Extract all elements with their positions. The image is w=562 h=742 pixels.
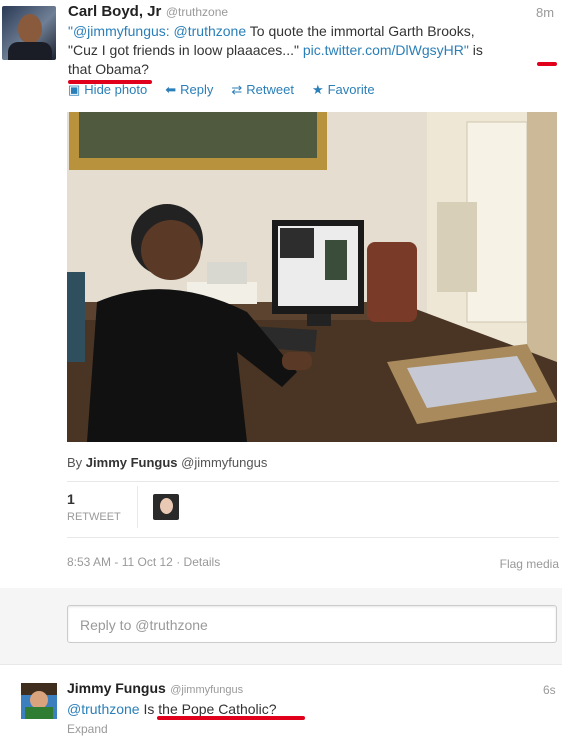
photo-icon: ▣ (68, 82, 81, 97)
flag-media-link[interactable]: Flag media (500, 557, 559, 571)
credit-handle[interactable]: @jimmyfungus (181, 455, 267, 470)
reply-input[interactable]: Reply to @truthzone (67, 605, 557, 643)
tweet-actions: ▣ Hide photo ⬅ Reply ⇄ Retweet ★ Favorite (68, 82, 375, 98)
divider (0, 664, 562, 665)
credit-name[interactable]: Jimmy Fungus (86, 455, 178, 470)
timestamp[interactable]: 8:53 AM - 11 Oct 12 (67, 555, 173, 569)
retweet-button[interactable]: ⇄ Retweet (231, 82, 294, 98)
tweet-tail-1: is (472, 42, 483, 58)
divider (67, 537, 559, 538)
stats-divider (137, 486, 138, 528)
pic-link[interactable]: pic.twitter.com/DlWgsyHR" (303, 42, 469, 58)
mention-truthzone[interactable]: @truthzone (174, 23, 247, 39)
avatar-face (18, 14, 42, 44)
reply-placeholder: Reply to @truthzone (80, 617, 208, 633)
tweet-header: Carl Boyd, Jr @truthzone (68, 3, 228, 21)
author-handle[interactable]: @truthzone (166, 5, 228, 19)
details-link[interactable]: Details (184, 555, 221, 569)
tweet-body-1: To quote the immortal Garth Brooks, (249, 23, 475, 39)
tweet-body-2: "Cuz I got friends in loow plaaaces..." (68, 42, 299, 58)
expand-link[interactable]: Expand (67, 722, 108, 736)
red-underline-reply (157, 716, 305, 720)
avatar-suit (8, 42, 52, 60)
meta-dot: · (176, 555, 181, 569)
reply-author-handle[interactable]: @jimmyfungus (170, 684, 243, 696)
tweet-meta: 8:53 AM - 11 Oct 12 · Details (67, 555, 220, 569)
favorite-button[interactable]: ★ Favorite (312, 82, 375, 98)
reply-author-name[interactable]: Jimmy Fungus (67, 680, 166, 696)
author-name[interactable]: Carl Boyd, Jr (68, 3, 161, 20)
photo-scene (67, 112, 557, 442)
reply-text: @truthzone Is the Pope Catholic? (67, 701, 277, 717)
retweet-count[interactable]: 1 (67, 491, 75, 507)
photo-credit: By Jimmy Fungus @jimmyfungus (67, 455, 267, 470)
reply-icon: ⬅ (165, 82, 177, 97)
reply-body: Is the Pope Catholic? (143, 701, 277, 717)
reply-author-avatar[interactable] (21, 683, 57, 719)
reply-header: Jimmy Fungus @jimmyfungus (67, 680, 243, 698)
tweet-tail-2: that Obama? (68, 61, 149, 77)
red-underline-is (537, 62, 557, 66)
tweet-text: "@jimmyfungus: @truthzone To quote the i… (68, 22, 558, 79)
mention-truthzone[interactable]: @truthzone (67, 701, 140, 717)
divider (67, 481, 559, 482)
retweet-label[interactable]: RETWEET (67, 511, 121, 523)
retweeter-face (160, 498, 173, 514)
star-icon: ★ (311, 82, 324, 97)
avatar-shirt (25, 707, 53, 719)
mention-jimmyfungus[interactable]: "@jimmyfungus: (68, 23, 170, 39)
retweeter-avatar[interactable] (153, 494, 179, 520)
credit-by: By (67, 455, 83, 470)
tweet-photo[interactable] (67, 112, 557, 442)
author-avatar[interactable] (2, 6, 56, 60)
reply-button[interactable]: ⬅ Reply (165, 82, 213, 98)
tweet-time[interactable]: 8m (536, 5, 554, 20)
hide-photo-button[interactable]: ▣ Hide photo (68, 82, 147, 98)
retweet-icon: ⇄ (231, 82, 243, 97)
reply-time[interactable]: 6s (543, 683, 556, 697)
